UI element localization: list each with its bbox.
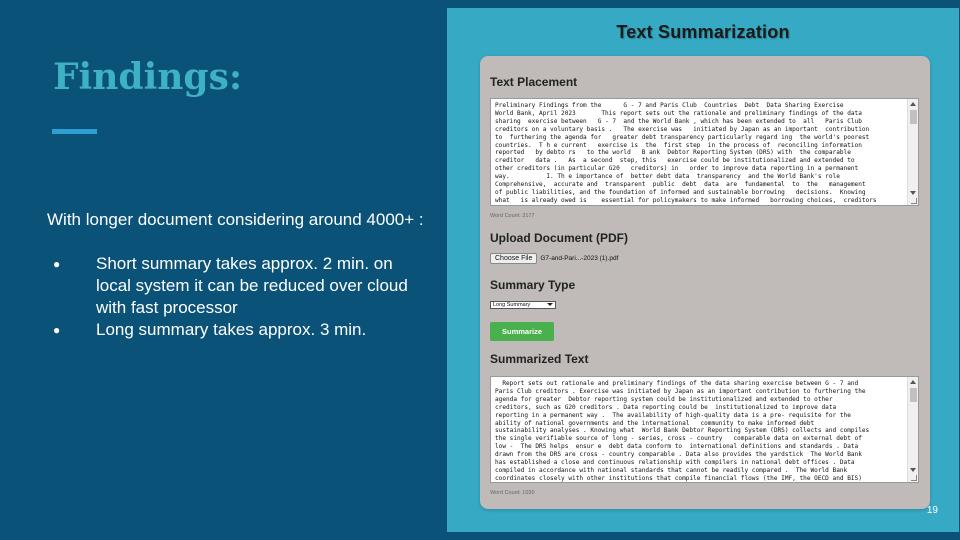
- summary-type-label: Summary Type: [490, 278, 576, 292]
- file-upload-row: Choose File G7-and-Pari...-2023 (1).pdf: [490, 253, 618, 264]
- resize-grip-icon[interactable]: [911, 198, 917, 204]
- findings-list: Short summary takes approx. 2 min. on lo…: [47, 253, 432, 341]
- text-placement-label: Text Placement: [490, 75, 578, 89]
- text-placement-textarea[interactable]: Preliminary Findings from the G - 7 and …: [490, 98, 919, 206]
- summarized-text-word-count: Word Count: 1030: [490, 490, 535, 496]
- selected-file-name: G7-and-Pari...-2023 (1).pdf: [540, 255, 619, 262]
- scroll-down-icon[interactable]: [910, 468, 916, 472]
- slide-body: With longer document considering around …: [47, 209, 432, 341]
- text-placement-word-count: Word Count: 3177: [490, 213, 535, 219]
- summarized-text-content: Report sets out rationale and preliminar…: [495, 380, 870, 482]
- summary-type-select[interactable]: Long Summary: [490, 301, 556, 309]
- finding-item: Short summary takes approx. 2 min. on lo…: [47, 253, 432, 319]
- summarize-button[interactable]: Summarize: [490, 322, 554, 341]
- scroll-up-icon[interactable]: [910, 102, 916, 106]
- text-placement-content: Preliminary Findings from the G - 7 and …: [495, 102, 877, 205]
- slide-intro: With longer document considering around …: [47, 210, 424, 229]
- title-underline: [52, 129, 97, 134]
- app-title: Text Summarization: [616, 22, 790, 42]
- resize-grip-icon[interactable]: [911, 475, 917, 481]
- scroll-up-icon[interactable]: [910, 380, 916, 384]
- summarized-text-textarea[interactable]: Report sets out rationale and preliminar…: [490, 376, 919, 483]
- chevron-down-icon: [547, 303, 553, 306]
- upload-label: Upload Document (PDF): [490, 231, 628, 245]
- scroll-thumb[interactable]: [910, 388, 917, 402]
- choose-file-button[interactable]: Choose File: [490, 253, 538, 264]
- scroll-thumb[interactable]: [910, 110, 917, 124]
- scroll-down-icon[interactable]: [910, 191, 916, 195]
- summarized-text-scrollbar[interactable]: [907, 377, 918, 482]
- finding-item: Long summary takes approx. 3 min.: [47, 319, 432, 341]
- text-placement-scrollbar[interactable]: [907, 99, 918, 205]
- slide-title: Findings:: [53, 56, 243, 98]
- app-screenshot: Text Summarization Text Placement Prelim…: [447, 8, 959, 532]
- page-number: 19: [926, 505, 938, 516]
- summarized-text-label: Summarized Text: [490, 352, 589, 366]
- app-card: Text Placement Preliminary Findings from…: [480, 56, 930, 509]
- summary-type-value: Long Summary: [493, 302, 531, 308]
